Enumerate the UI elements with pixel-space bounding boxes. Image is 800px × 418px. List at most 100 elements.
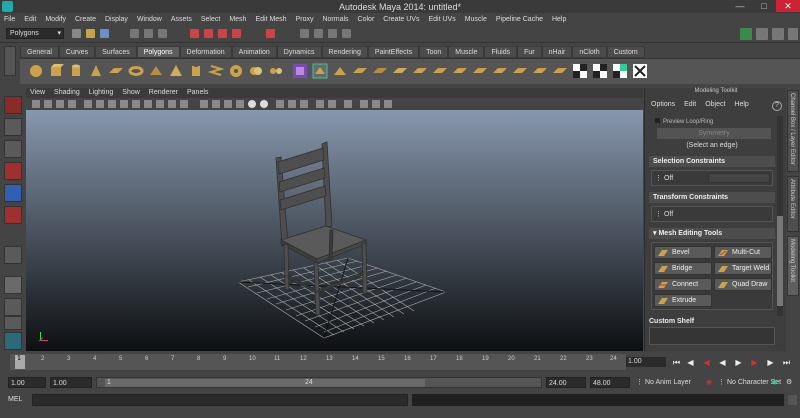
menu-display[interactable]: Display [105,16,128,23]
menu-edit[interactable]: Edit [24,16,36,23]
save-scene-icon[interactable] [100,29,109,38]
step-back-frame-icon[interactable]: ◀ [686,358,695,367]
multisample-icon[interactable] [316,100,324,108]
select-tool-icon[interactable] [4,96,22,114]
checker-uv-icon[interactable] [572,63,588,79]
shelf-tab-nhair[interactable]: nHair [541,46,573,58]
combine-icon[interactable] [248,63,264,79]
selection-constraint-field[interactable] [708,173,770,183]
chamfer-icon[interactable] [512,63,528,79]
poly-sphere-icon[interactable] [28,63,44,79]
animation-preferences-icon[interactable]: ⚙ [786,378,792,386]
shelf-tab-fluids[interactable]: Fluids [484,46,518,58]
paint-select-tool-icon[interactable] [4,140,22,158]
bevel-icon[interactable] [412,63,428,79]
menu-normals[interactable]: Normals [322,16,348,23]
menu-select[interactable]: Select [201,16,220,23]
range-bar[interactable]: 1 24 [96,377,542,388]
shelf-tab-toon[interactable]: Toon [419,46,449,58]
auto-key-icon[interactable]: ◆ [772,378,777,386]
bookmarks-icon[interactable] [56,100,64,108]
safe-action-icon[interactable] [144,100,152,108]
uv-snapshot-icon[interactable] [592,63,608,79]
panel-menu-show[interactable]: Show [122,88,140,98]
toolkit-toggle-icon[interactable] [788,28,798,40]
shelf-tab-deformation[interactable]: Deformation [179,46,232,58]
shelf-tab-muscle[interactable]: Muscle [448,46,485,58]
grid-icon[interactable] [84,100,92,108]
extract-icon[interactable] [492,63,508,79]
menu-create[interactable]: Create [75,16,96,23]
shelf-tab-animation[interactable]: Animation [231,46,277,58]
multi-cut-button[interactable]: Multi-Cut [714,246,772,259]
menu-edit-mesh[interactable]: Edit Mesh [255,16,286,23]
script-editor-icon[interactable] [788,395,797,405]
panel-menu-panels[interactable]: Panels [187,88,208,98]
quad-draw-button[interactable]: Quad Draw [714,278,772,291]
extrude-icon[interactable] [312,63,328,79]
channel-box-toggle-icon[interactable] [740,28,752,40]
menu-help[interactable]: Help [552,16,566,23]
image-plane-icon[interactable] [68,100,76,108]
menu-window[interactable]: Window [137,16,162,23]
tool-settings-toggle-icon[interactable] [772,28,784,40]
poly-torus-icon[interactable] [128,63,144,79]
fill-hole-icon[interactable] [372,63,388,79]
persp-outliner-layout-icon[interactable] [4,316,22,330]
panel-menu-view[interactable]: View [30,88,45,98]
wireframe-on-shaded-icon[interactable] [200,100,208,108]
panel-menu-renderer[interactable]: Renderer [149,88,178,98]
safe-title-icon[interactable] [156,100,164,108]
selection-constraints-header[interactable]: Selection Constraints [649,156,775,167]
shelf-tab-rendering[interactable]: Rendering [321,46,368,58]
snap-grid-icon[interactable] [190,29,199,38]
scale-tool-icon[interactable] [4,206,22,224]
single-perspective-layout-icon[interactable] [4,276,22,294]
render-settings-icon[interactable] [342,29,351,38]
field-chart-icon[interactable] [132,100,140,108]
shelf-tab-curves[interactable]: Curves [58,46,96,58]
uv-layout-icon[interactable] [612,63,628,79]
shelf-tab-dynamics[interactable]: Dynamics [276,46,322,58]
select-component-icon[interactable] [158,29,167,38]
poly-cylinder-icon[interactable] [68,63,84,79]
camera-attributes-icon[interactable] [44,100,52,108]
animation-start-field[interactable]: 1.00 [8,377,46,388]
shelf-tab-custom[interactable]: Custom [606,46,645,58]
close-icon[interactable]: ✕ [776,0,800,12]
shelf-tab-painteffects[interactable]: PaintEffects [367,46,420,58]
xray-icon[interactable] [248,100,256,108]
panel-menu-lighting[interactable]: Lighting [89,88,114,98]
xray-joints-icon[interactable] [260,100,268,108]
help-icon[interactable]: ? [772,101,782,111]
use-all-lights-icon[interactable] [224,100,232,108]
bridge-icon[interactable] [332,63,348,79]
motion-blur-icon[interactable] [300,100,308,108]
last-tool-icon[interactable] [4,246,22,264]
four-view-layout-icon[interactable] [4,298,22,316]
menu-modify[interactable]: Modify [45,16,66,23]
shadows-icon[interactable] [236,100,244,108]
mesh-editing-tools-header[interactable]: ▾ Mesh Editing Tools [649,228,775,239]
mel-python-toggle[interactable]: MEL [8,396,22,403]
current-frame-field[interactable]: 1.00 [626,357,666,367]
ambient-occlusion-icon[interactable] [288,100,296,108]
poly-cone-icon[interactable] [88,63,104,79]
hud-icon[interactable] [360,100,368,108]
snap-point-icon[interactable] [218,29,227,38]
anim-layer-dropdown[interactable]: ⋮ No Anim Layer [636,378,691,386]
step-forward-key-icon[interactable]: ▶ [750,358,759,367]
ipr-render-icon[interactable] [328,29,337,38]
textured-icon[interactable] [212,100,220,108]
share-icon[interactable] [384,100,392,108]
poke-icon[interactable] [452,63,468,79]
transform-constraint-dropdown[interactable]: ⋮ Off [655,210,673,218]
merge-icon[interactable] [392,63,408,79]
playback-start-field[interactable]: 1.00 [50,377,92,388]
new-scene-icon[interactable] [72,29,81,38]
toolkit-menu-help[interactable]: Help [734,101,748,113]
camera-select-icon[interactable] [32,100,40,108]
wedge-icon[interactable] [432,63,448,79]
poly-cube-icon[interactable] [48,63,64,79]
resolution-gate-icon[interactable] [108,100,116,108]
